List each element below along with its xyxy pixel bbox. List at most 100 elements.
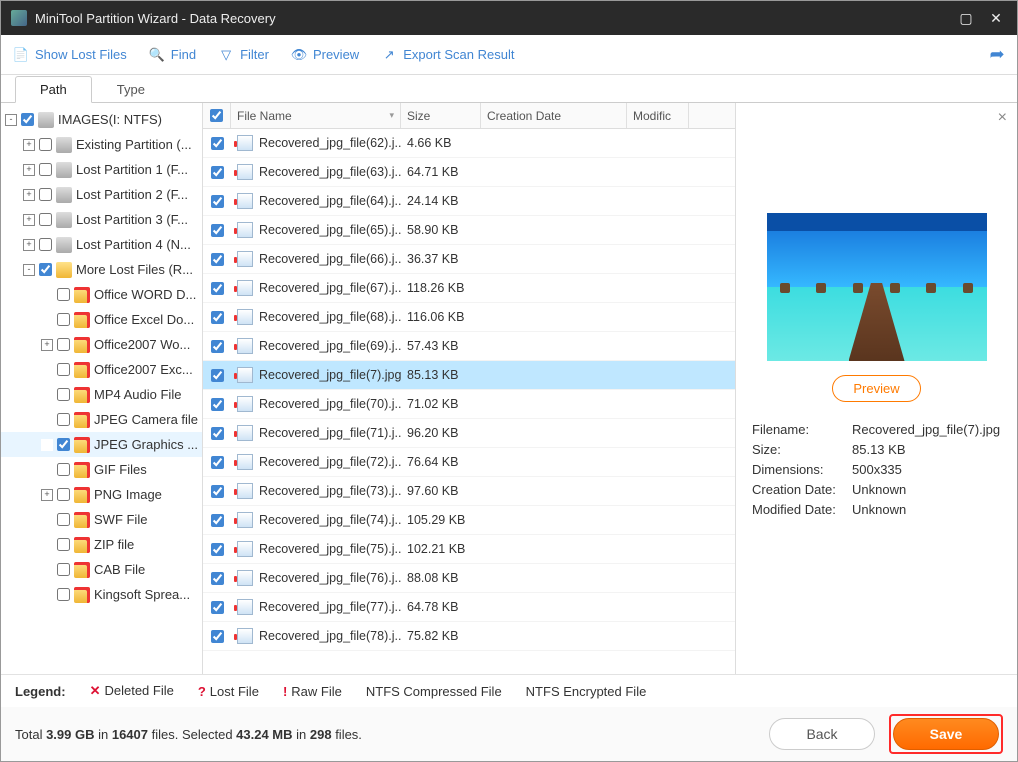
- tree-node[interactable]: Office WORD D...: [1, 282, 202, 307]
- tree-node[interactable]: SWF File: [1, 507, 202, 532]
- row-checkbox[interactable]: [203, 137, 231, 150]
- header-checkbox[interactable]: [203, 103, 231, 128]
- expand-icon[interactable]: +: [23, 214, 35, 226]
- filter-button[interactable]: ▽ Filter: [218, 47, 269, 63]
- export-button[interactable]: ↗ Export Scan Result: [381, 47, 514, 63]
- row-checkbox[interactable]: [203, 340, 231, 353]
- tree-checkbox[interactable]: [57, 588, 70, 601]
- expand-icon[interactable]: +: [23, 239, 35, 251]
- row-checkbox[interactable]: [203, 630, 231, 643]
- row-checkbox[interactable]: [203, 572, 231, 585]
- file-row[interactable]: Recovered_jpg_file(77).j...64.78 KB: [203, 593, 735, 622]
- expand-icon[interactable]: +: [23, 189, 35, 201]
- save-button[interactable]: Save: [893, 718, 999, 750]
- file-row[interactable]: Recovered_jpg_file(63).j...64.71 KB: [203, 158, 735, 187]
- tree-node[interactable]: JPEG Graphics ...: [1, 432, 202, 457]
- share-button[interactable]: ➦: [989, 47, 1005, 63]
- tree-checkbox[interactable]: [39, 213, 52, 226]
- file-row[interactable]: Recovered_jpg_file(7).jpg85.13 KB: [203, 361, 735, 390]
- file-row[interactable]: Recovered_jpg_file(76).j...88.08 KB: [203, 564, 735, 593]
- row-checkbox[interactable]: [203, 456, 231, 469]
- tree-checkbox[interactable]: [39, 238, 52, 251]
- tree-checkbox[interactable]: [57, 488, 70, 501]
- tree-checkbox[interactable]: [57, 313, 70, 326]
- file-row[interactable]: Recovered_jpg_file(65).j...58.90 KB: [203, 216, 735, 245]
- row-checkbox[interactable]: [203, 543, 231, 556]
- row-checkbox[interactable]: [203, 311, 231, 324]
- row-checkbox[interactable]: [203, 398, 231, 411]
- file-row[interactable]: Recovered_jpg_file(71).j...96.20 KB: [203, 419, 735, 448]
- file-rows[interactable]: Recovered_jpg_file(62).j...4.66 KBRecove…: [203, 129, 735, 674]
- tree-node[interactable]: ZIP file: [1, 532, 202, 557]
- tree-checkbox[interactable]: [39, 163, 52, 176]
- collapse-icon[interactable]: -: [23, 264, 35, 276]
- file-row[interactable]: Recovered_jpg_file(74).j...105.29 KB: [203, 506, 735, 535]
- file-row[interactable]: Recovered_jpg_file(68).j...116.06 KB: [203, 303, 735, 332]
- tree-node[interactable]: Kingsoft Sprea...: [1, 582, 202, 607]
- expand-icon[interactable]: +: [41, 489, 53, 501]
- row-checkbox[interactable]: [203, 369, 231, 382]
- tree-node[interactable]: GIF Files: [1, 457, 202, 482]
- find-button[interactable]: 🔍 Find: [149, 47, 196, 63]
- tree-node[interactable]: JPEG Camera file: [1, 407, 202, 432]
- tab-path[interactable]: Path: [15, 76, 92, 103]
- file-row[interactable]: Recovered_jpg_file(62).j...4.66 KB: [203, 129, 735, 158]
- row-checkbox[interactable]: [203, 224, 231, 237]
- expand-icon[interactable]: +: [23, 139, 35, 151]
- tree-checkbox[interactable]: [57, 563, 70, 576]
- file-row[interactable]: Recovered_jpg_file(70).j...71.02 KB: [203, 390, 735, 419]
- file-row[interactable]: Recovered_jpg_file(72).j...76.64 KB: [203, 448, 735, 477]
- expand-icon[interactable]: +: [41, 339, 53, 351]
- tree-node[interactable]: +Office2007 Wo...: [1, 332, 202, 357]
- tree-checkbox[interactable]: [39, 263, 52, 276]
- collapse-icon[interactable]: -: [5, 114, 17, 126]
- tree-checkbox[interactable]: [21, 113, 34, 126]
- close-button[interactable]: ✕: [985, 7, 1007, 29]
- show-lost-files-button[interactable]: 📄 Show Lost Files: [13, 47, 127, 63]
- tree-checkbox[interactable]: [57, 363, 70, 376]
- row-checkbox[interactable]: [203, 195, 231, 208]
- tree-node[interactable]: CAB File: [1, 557, 202, 582]
- row-checkbox[interactable]: [203, 514, 231, 527]
- tab-type[interactable]: Type: [92, 76, 170, 103]
- column-filename[interactable]: File Name▾: [231, 103, 401, 128]
- column-creation-date[interactable]: Creation Date: [481, 103, 627, 128]
- tree-node[interactable]: +Lost Partition 1 (F...: [1, 157, 202, 182]
- tree-checkbox[interactable]: [57, 388, 70, 401]
- column-modified[interactable]: Modific: [627, 103, 689, 128]
- tree-checkbox[interactable]: [39, 188, 52, 201]
- tree-node[interactable]: -More Lost Files (R...: [1, 257, 202, 282]
- expand-icon[interactable]: +: [23, 164, 35, 176]
- file-row[interactable]: Recovered_jpg_file(64).j...24.14 KB: [203, 187, 735, 216]
- tree-node[interactable]: Office2007 Exc...: [1, 357, 202, 382]
- row-checkbox[interactable]: [203, 427, 231, 440]
- tree-node[interactable]: +Lost Partition 3 (F...: [1, 207, 202, 232]
- tree-checkbox[interactable]: [57, 288, 70, 301]
- row-checkbox[interactable]: [203, 253, 231, 266]
- maximize-button[interactable]: ▢: [955, 7, 977, 29]
- tree-checkbox[interactable]: [39, 138, 52, 151]
- tree-node[interactable]: +PNG Image: [1, 482, 202, 507]
- tree-node[interactable]: -IMAGES(I: NTFS): [1, 107, 202, 132]
- row-checkbox[interactable]: [203, 282, 231, 295]
- tree-checkbox[interactable]: [57, 513, 70, 526]
- tree-node[interactable]: Office Excel Do...: [1, 307, 202, 332]
- tree-checkbox[interactable]: [57, 338, 70, 351]
- preview-close-button[interactable]: ×: [998, 109, 1007, 127]
- preview-open-button[interactable]: Preview: [832, 375, 920, 402]
- tree-checkbox[interactable]: [57, 538, 70, 551]
- tree-node[interactable]: MP4 Audio File: [1, 382, 202, 407]
- back-button[interactable]: Back: [769, 718, 875, 750]
- folder-tree[interactable]: -IMAGES(I: NTFS)+Existing Partition (...…: [1, 103, 203, 674]
- titlebar[interactable]: MiniTool Partition Wizard - Data Recover…: [1, 1, 1017, 35]
- column-size[interactable]: Size: [401, 103, 481, 128]
- tree-node[interactable]: +Lost Partition 4 (N...: [1, 232, 202, 257]
- tree-checkbox[interactable]: [57, 463, 70, 476]
- row-checkbox[interactable]: [203, 601, 231, 614]
- file-row[interactable]: Recovered_jpg_file(69).j...57.43 KB: [203, 332, 735, 361]
- row-checkbox[interactable]: [203, 166, 231, 179]
- tree-node[interactable]: +Existing Partition (...: [1, 132, 202, 157]
- file-row[interactable]: Recovered_jpg_file(73).j...97.60 KB: [203, 477, 735, 506]
- tree-node[interactable]: +Lost Partition 2 (F...: [1, 182, 202, 207]
- file-row[interactable]: Recovered_jpg_file(66).j...36.37 KB: [203, 245, 735, 274]
